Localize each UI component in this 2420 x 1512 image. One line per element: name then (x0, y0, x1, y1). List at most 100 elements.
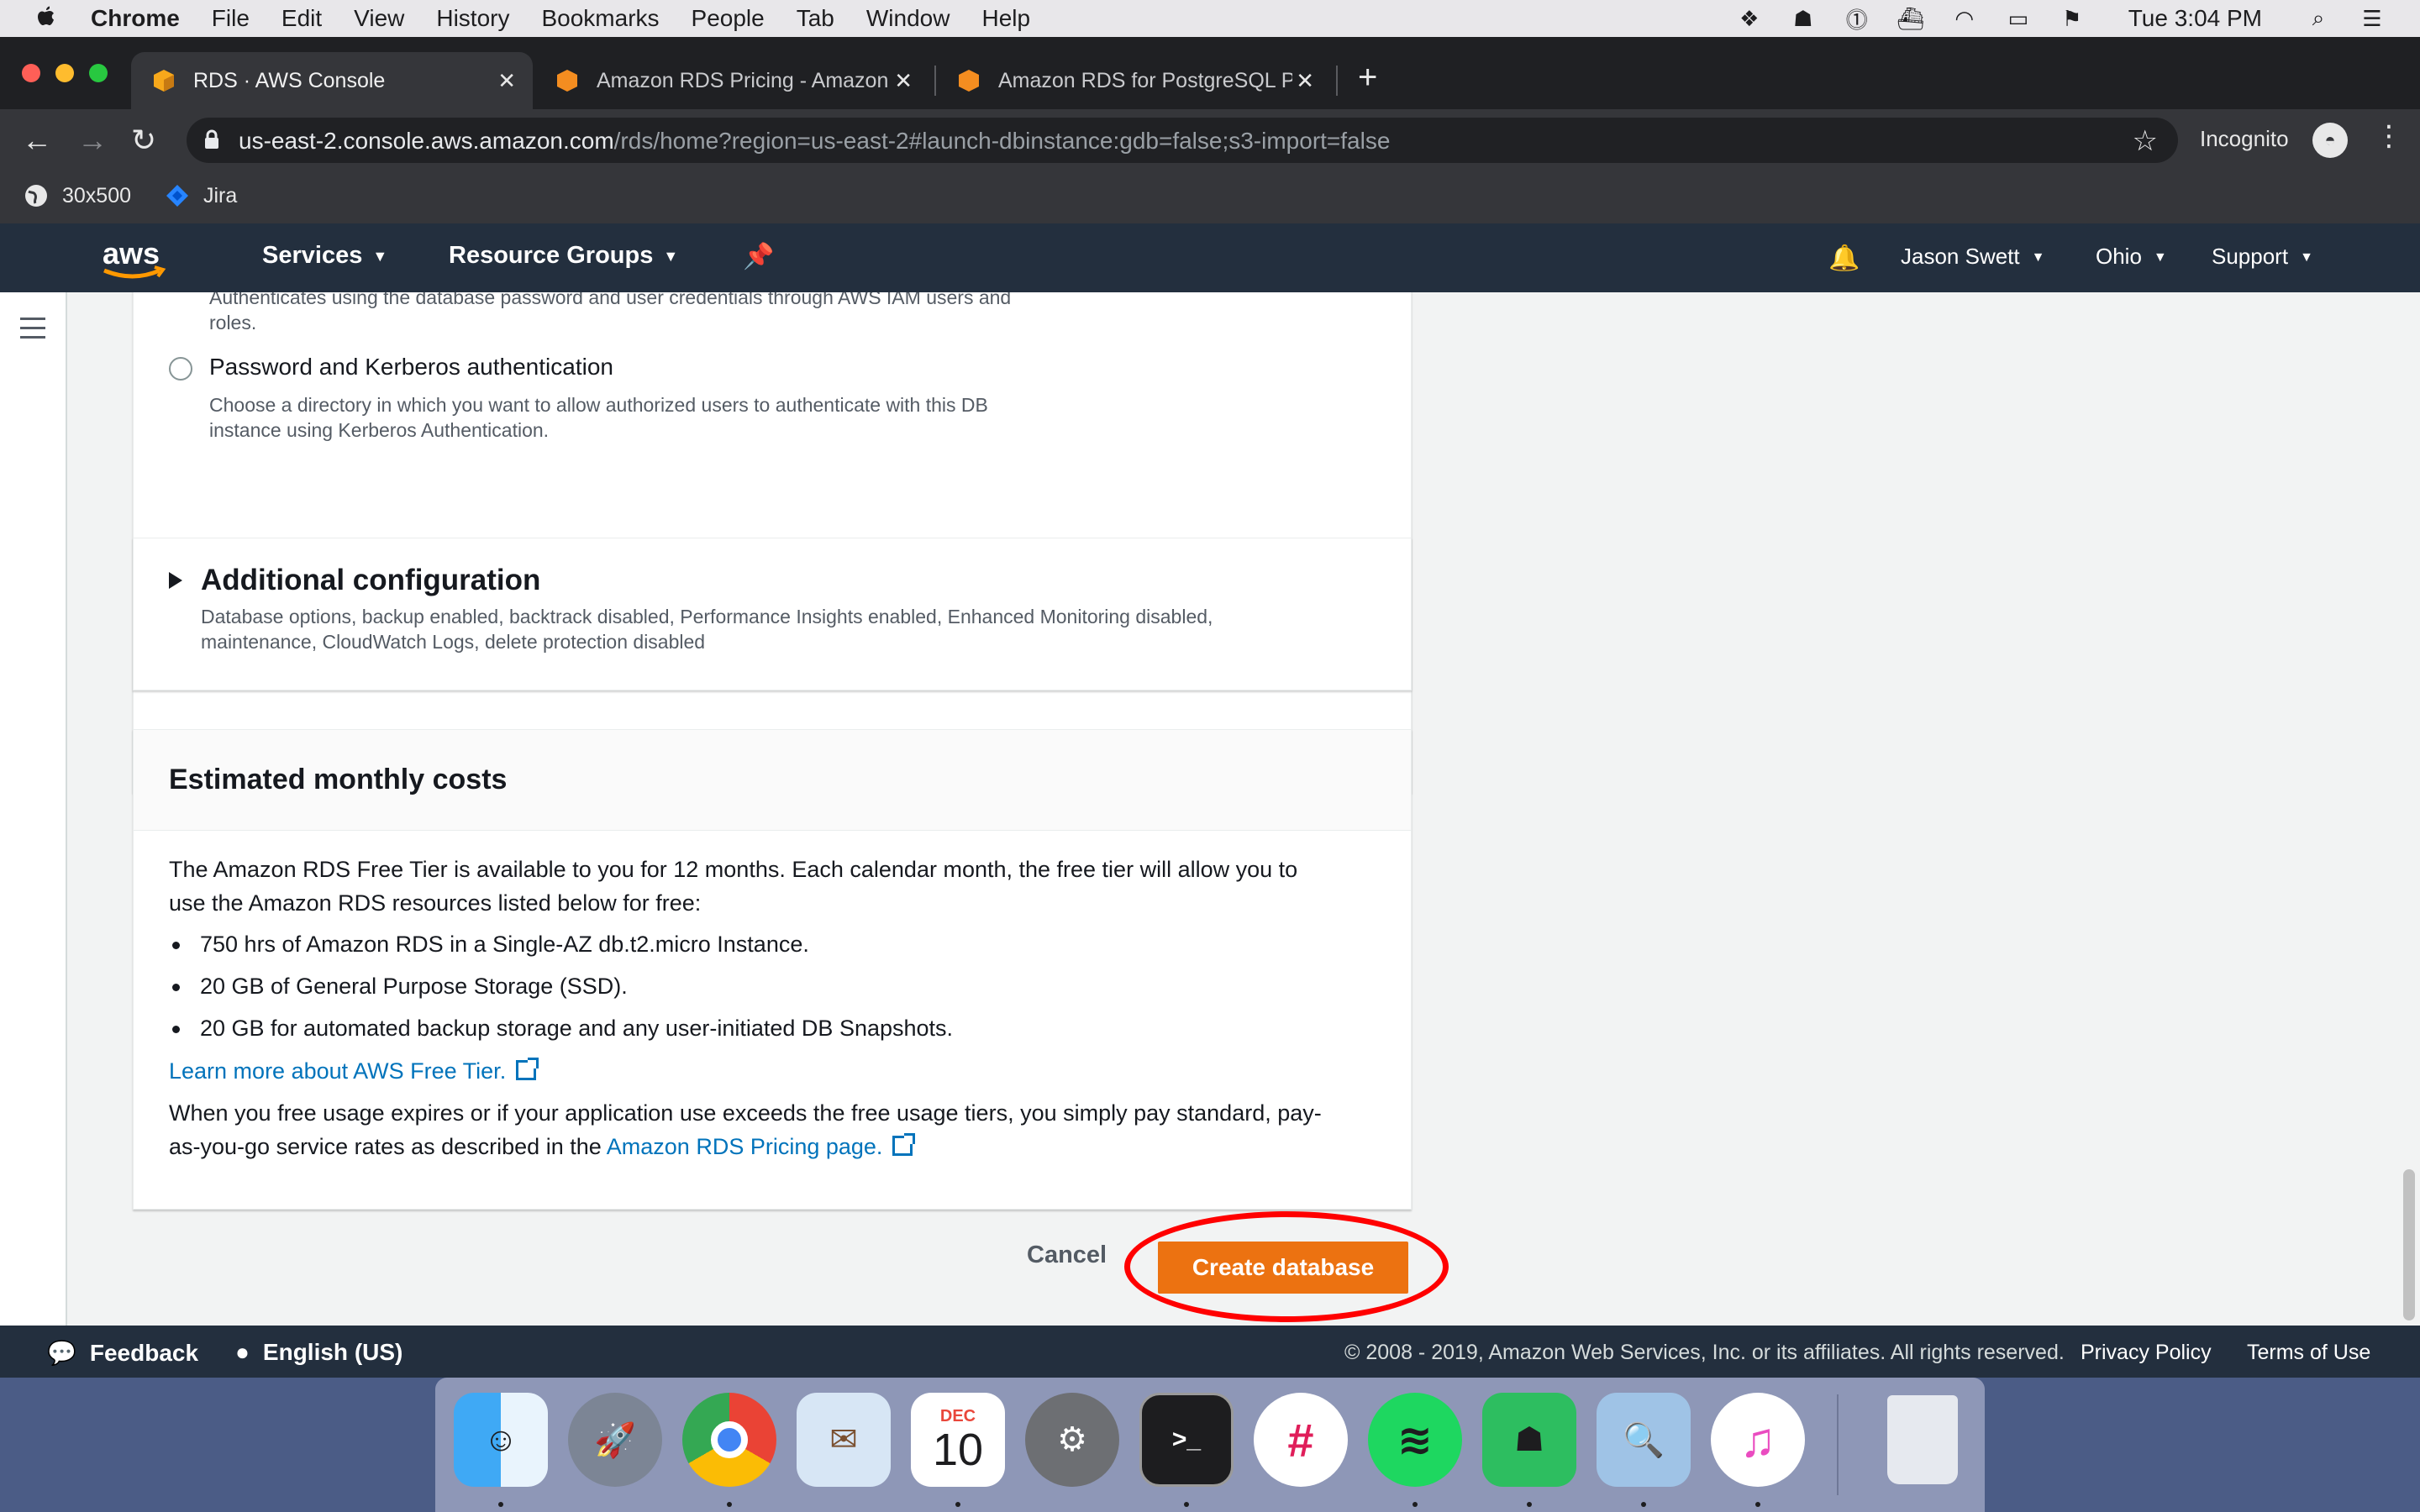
additional-configuration-panel[interactable]: Additional configuration Database option… (133, 538, 1412, 690)
feedback-button[interactable]: 💬 Feedback (47, 1339, 198, 1367)
caret-down-icon: ▼ (663, 247, 679, 265)
bookmark-jira[interactable]: Jira (165, 183, 237, 208)
services-label: Services (262, 242, 363, 269)
bullet-dot (172, 942, 180, 950)
kerberos-auth-label[interactable]: Password and Kerberos authentication (209, 354, 613, 381)
list-item-text: 20 GB for automated backup storage and a… (200, 1016, 954, 1041)
tab-rds-pricing[interactable]: Amazon RDS Pricing - Amazon ✕ (534, 52, 929, 109)
spotlight-icon[interactable]: ⌕ (2304, 5, 2333, 31)
url-text[interactable]: us-east-2.console.aws.amazon.com/rds/hom… (239, 128, 1390, 155)
wifi-icon[interactable]: ◠ (1950, 6, 1979, 31)
cancel-button[interactable]: Cancel (1027, 1242, 1107, 1269)
region-menu[interactable]: Ohio ▼ (2096, 244, 2167, 270)
reload-icon[interactable]: ↻ (131, 123, 156, 158)
clock[interactable]: Tue 3:04 PM (2128, 5, 2262, 32)
bullet-dot (172, 984, 180, 992)
itunes-icon[interactable]: ♫ (1711, 1393, 1805, 1487)
menu-view[interactable]: View (354, 5, 404, 32)
evernote-icon[interactable]: ☗ (1789, 6, 1818, 31)
apple-logo-icon[interactable] (34, 5, 57, 32)
spotify-icon[interactable]: ≋ (1368, 1393, 1462, 1487)
intro-line: The Amazon RDS Free Tier is available to… (169, 857, 1298, 882)
finder-icon[interactable]: ☺ (454, 1393, 548, 1487)
learn-more-free-tier-link[interactable]: Learn more about AWS Free Tier. (169, 1058, 506, 1084)
menu-help[interactable]: Help (981, 5, 1030, 32)
region-name: Ohio (2096, 244, 2142, 269)
browser-menu-icon[interactable]: ⋮ (2375, 119, 2403, 153)
list-item: 20 GB of General Purpose Storage (SSD). (169, 974, 628, 1000)
launchpad-icon[interactable]: 🚀 (568, 1393, 662, 1487)
kerberos-auth-description-line: Choose a directory in which you want to … (209, 394, 988, 416)
us-flag-icon[interactable]: ⚑ (2058, 6, 2086, 31)
feedback-label: Feedback (89, 1340, 199, 1366)
new-tab-button[interactable]: + (1358, 59, 1377, 97)
rds-pricing-link[interactable]: Amazon RDS Pricing page. (607, 1134, 883, 1159)
docker-icon[interactable]: ⛴ (1897, 6, 1925, 31)
tab-rds-postgresql[interactable]: Amazon RDS for PostgreSQL P ✕ (936, 52, 1331, 109)
terminal-icon[interactable]: >_ (1139, 1393, 1234, 1487)
tab-rds-console[interactable]: RDS · AWS Console ✕ (131, 52, 533, 109)
zoom-window-button[interactable] (89, 64, 108, 82)
kerberos-auth-radio[interactable] (169, 357, 192, 381)
external-link-icon[interactable] (516, 1058, 539, 1080)
forward-icon[interactable]: → (77, 123, 108, 158)
close-window-button[interactable] (22, 64, 40, 82)
chrome-icon[interactable] (682, 1393, 776, 1487)
pin-icon[interactable]: 📌 (743, 242, 774, 271)
page-scrollbar[interactable] (2403, 1169, 2415, 1320)
terms-of-use-link[interactable]: Terms of Use (2247, 1341, 2370, 1365)
estimated-costs-title: Estimated monthly costs (169, 764, 508, 795)
incognito-label: Incognito (2200, 126, 2289, 151)
menu-history[interactable]: History (436, 5, 509, 32)
privacy-policy-link[interactable]: Privacy Policy (2081, 1341, 2212, 1365)
aws-logo-icon[interactable]: aws (99, 235, 175, 282)
trash-icon[interactable] (1876, 1393, 1970, 1487)
back-icon[interactable]: ← (22, 123, 52, 158)
close-tab-icon[interactable]: ✕ (497, 68, 516, 94)
hamburger-menu-icon[interactable] (20, 318, 45, 345)
iam-auth-description: Authenticates using the database passwor… (209, 292, 1011, 335)
outro-line-2: as-you-go service rates as described in … (169, 1130, 1379, 1163)
account-menu[interactable]: Jason Swett ▼ (1901, 244, 2044, 270)
notification-center-icon[interactable]: ☰ (2358, 6, 2386, 31)
resource-groups-menu[interactable]: Resource Groups ▼ (449, 242, 678, 270)
menu-bookmarks[interactable]: Bookmarks (541, 5, 659, 32)
additional-configuration-summary: Database options, backup enabled, backtr… (201, 604, 1293, 654)
menu-tab[interactable]: Tab (797, 5, 834, 32)
summary-line: maintenance, CloudWatch Logs, delete pro… (201, 631, 706, 653)
notifications-bell-icon[interactable]: 🔔 (1828, 244, 1860, 273)
battery-icon[interactable]: ▭ (2004, 6, 2033, 31)
additional-configuration-title[interactable]: Additional configuration (201, 564, 540, 597)
menu-app-name[interactable]: Chrome (91, 5, 180, 32)
support-menu[interactable]: Support ▼ (2212, 244, 2313, 270)
services-menu[interactable]: Services ▼ (262, 242, 387, 270)
dropbox-icon[interactable]: ❖ (1735, 6, 1764, 31)
menu-window[interactable]: Window (866, 5, 950, 32)
minimize-window-button[interactable] (55, 64, 74, 82)
slack-icon[interactable]: # (1254, 1393, 1348, 1487)
bookmark-star-icon[interactable]: ☆ (2133, 124, 2158, 158)
address-bar[interactable]: us-east-2.console.aws.amazon.com/rds/hom… (187, 118, 2178, 163)
language-selector[interactable]: ● English (US) (235, 1339, 402, 1366)
bookmark-30x500[interactable]: 30x500 (24, 183, 131, 208)
incognito-icon[interactable]: ◓ (2312, 123, 2348, 158)
external-link-icon[interactable] (892, 1133, 916, 1156)
menu-edit[interactable]: Edit (281, 5, 322, 32)
copyright-text: © 2008 - 2019, Amazon Web Services, Inc.… (1344, 1341, 2065, 1364)
list-item-text: 750 hrs of Amazon RDS in a Single-AZ db.… (200, 932, 809, 957)
evernote-icon[interactable]: ☗ (1482, 1393, 1576, 1487)
system-preferences-icon[interactable]: ⚙ (1025, 1393, 1119, 1487)
preview-icon[interactable]: 🔍 (1597, 1393, 1691, 1487)
close-tab-icon[interactable]: ✕ (894, 68, 913, 94)
menu-file[interactable]: File (212, 5, 250, 32)
expand-triangle-icon[interactable] (169, 572, 182, 589)
running-indicator (1413, 1502, 1418, 1507)
list-item-text: 20 GB of General Purpose Storage (SSD). (200, 974, 628, 999)
calendar-icon[interactable]: DEC 10 (911, 1393, 1005, 1487)
close-tab-icon[interactable]: ✕ (1296, 68, 1314, 94)
mail-icon[interactable]: ✉ (797, 1393, 891, 1487)
running-indicator (1641, 1502, 1646, 1507)
onepassword-icon[interactable]: ⓵ (1843, 6, 1871, 33)
aws-cube-favicon-icon (959, 70, 979, 92)
menu-people[interactable]: People (692, 5, 765, 32)
